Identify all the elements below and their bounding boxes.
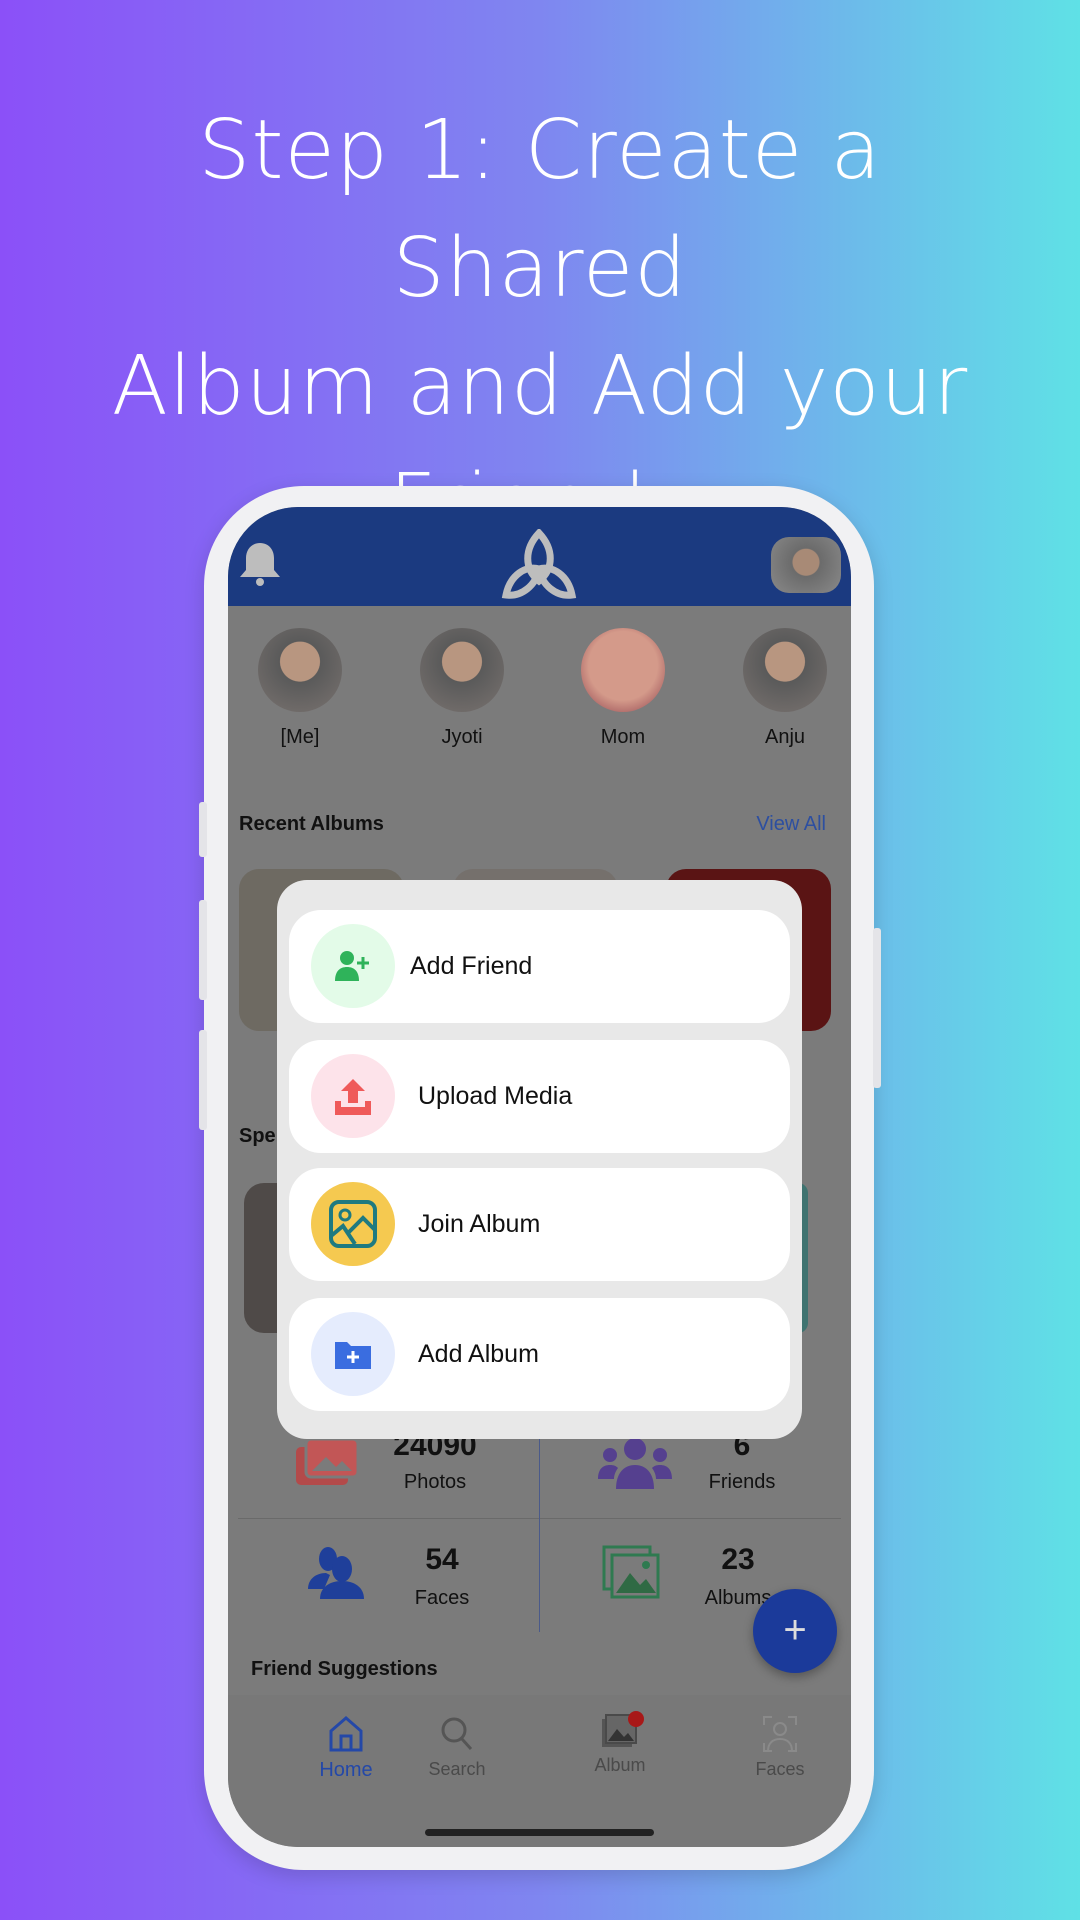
menu-item-label: Upload Media [418,1082,573,1110]
phone-volume-up-button [199,900,207,1000]
faces-label: Faces [414,1587,470,1609]
photos-label: Photos [403,1471,467,1493]
menu-item-join-album[interactable]: Join Album [289,1168,790,1281]
menu-item-label: Add Friend [410,952,533,980]
nav-album[interactable]: Album [570,1711,670,1791]
menu-item-label: Add Album [418,1340,539,1368]
menu-item-add-friend[interactable]: Add Friend [289,910,790,1023]
bell-icon[interactable] [238,541,282,587]
image-icon [311,1182,395,1266]
nav-faces[interactable]: Faces [730,1715,830,1795]
albums-count: 23 [721,1543,755,1576]
person-avatar[interactable] [743,628,827,712]
add-user-icon [311,924,395,1008]
menu-item-label: Join Album [418,1210,541,1238]
app-screen: [Me] Jyoti Mom Anju Recent Albums View A… [228,507,851,1847]
fab-add-button[interactable]: + [753,1589,837,1673]
person-name: [Me] [280,726,320,748]
person-name: Anju [764,726,806,748]
person-name: Mom [600,726,646,748]
person-avatar[interactable] [258,628,342,712]
album-badge [628,1711,644,1727]
menu-item-add-album[interactable]: Add Album [289,1298,790,1411]
friends-label: Friends [708,1471,776,1493]
view-all-link[interactable]: View All [756,813,826,836]
nav-label: Album [594,1755,646,1775]
home-icon [329,1716,363,1752]
friend-suggestions-title: Friend Suggestions [251,1658,438,1680]
nav-label: Faces [755,1759,805,1779]
person-avatar[interactable] [581,628,665,712]
phone-power-button [873,928,881,1088]
photos-icon [296,1437,360,1485]
face-scan-icon [763,1716,797,1752]
folder-plus-icon [311,1312,395,1396]
phone-volume-down-button [199,1030,207,1130]
friends-icon [598,1438,672,1489]
stats-divider [539,1439,540,1632]
headline-line-2: Album and Add your [111,339,969,434]
action-menu: Add Friend Upload Media Join Album Add A… [277,880,802,1439]
search-icon [441,1717,473,1751]
section-title-partial: Spe [239,1125,276,1147]
faces-count: 54 [425,1543,459,1576]
trinity-knot-logo [501,529,577,599]
nav-label: Home [319,1759,373,1781]
albums-icon [602,1545,660,1599]
nav-search[interactable]: Search [407,1715,507,1795]
nav-label: Search [428,1759,486,1779]
faces-icon [308,1547,364,1599]
nav-home[interactable]: Home [296,1715,396,1795]
phone-mute-button [199,802,207,857]
profile-avatar[interactable] [771,537,841,593]
upload-icon [311,1054,395,1138]
person-name: Jyoti [441,726,483,748]
app-header [228,507,851,606]
bottom-nav: Home Search Album Faces [228,1695,851,1847]
home-indicator [425,1829,654,1836]
person-avatar[interactable] [420,628,504,712]
recent-albums-title: Recent Albums [239,813,384,835]
menu-item-upload-media[interactable]: Upload Media [289,1040,790,1153]
headline-line-1: Step 1: Create a Shared [198,103,882,316]
